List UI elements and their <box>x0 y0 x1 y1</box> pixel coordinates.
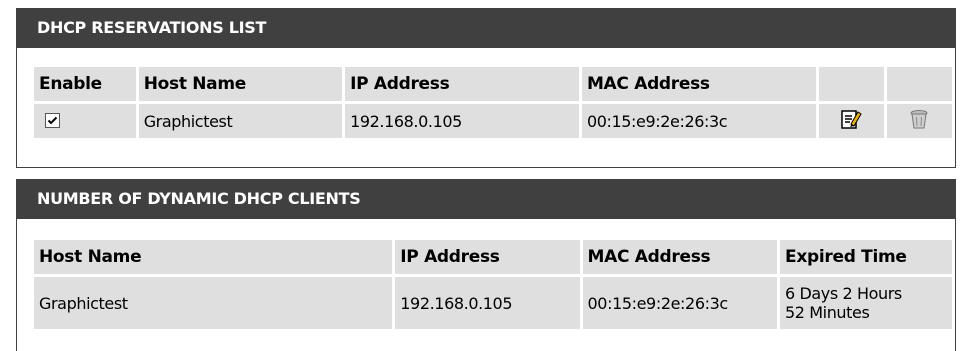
column-header-host-name: Host Name <box>34 240 393 274</box>
host-name-cell: Graphictest <box>138 104 343 138</box>
expired-time-line-2: 52 Minutes <box>785 303 870 322</box>
delete-cell <box>886 104 952 138</box>
checkmark-icon <box>47 116 58 124</box>
panel-title: DHCP RESERVATIONS LIST <box>17 8 955 48</box>
table-header-row: Host Name IP Address MAC Address Expired… <box>34 240 952 274</box>
column-header-enable: Enable <box>34 67 136 101</box>
column-header-mac-address: MAC Address <box>582 240 777 274</box>
reservations-table: Enable Host Name IP Address MAC Address … <box>31 64 955 141</box>
column-header-edit <box>818 67 884 101</box>
edit-cell <box>818 104 884 138</box>
enable-cell <box>34 104 136 138</box>
dynamic-dhcp-clients-panel: NUMBER OF DYNAMIC DHCP CLIENTS Host Name… <box>16 179 956 351</box>
table-header-row: Enable Host Name IP Address MAC Address <box>34 67 952 101</box>
edit-icon[interactable] <box>840 108 863 134</box>
host-name-cell: Graphictest <box>34 277 393 329</box>
column-header-ip-address: IP Address <box>395 240 580 274</box>
dynamic-clients-table: Host Name IP Address MAC Address Expired… <box>31 237 955 332</box>
mac-address-cell: 00:15:e9:2e:26:3c <box>581 104 816 138</box>
trash-icon[interactable] <box>908 108 930 134</box>
ip-address-cell: 192.168.0.105 <box>395 277 580 329</box>
expired-time-line-1: 6 Days 2 Hours <box>785 284 902 303</box>
enable-checkbox[interactable] <box>45 112 60 128</box>
table-row: Graphictest 192.168.0.105 00:15:e9:2e:26… <box>34 104 952 138</box>
column-header-host-name: Host Name <box>138 67 343 101</box>
expired-time-cell: 6 Days 2 Hours 52 Minutes <box>780 277 952 329</box>
ip-address-cell: 192.168.0.105 <box>345 104 579 138</box>
column-header-expired-time: Expired Time <box>780 240 952 274</box>
dhcp-reservations-panel: DHCP RESERVATIONS LIST Enable Host Name … <box>16 8 956 168</box>
panel-title: NUMBER OF DYNAMIC DHCP CLIENTS <box>17 179 955 219</box>
column-header-mac-address: MAC Address <box>581 67 816 101</box>
table-row: Graphictest 192.168.0.105 00:15:e9:2e:26… <box>34 277 952 329</box>
mac-address-cell: 00:15:e9:2e:26:3c <box>582 277 777 329</box>
column-header-ip-address: IP Address <box>345 67 579 101</box>
column-header-delete <box>886 67 952 101</box>
